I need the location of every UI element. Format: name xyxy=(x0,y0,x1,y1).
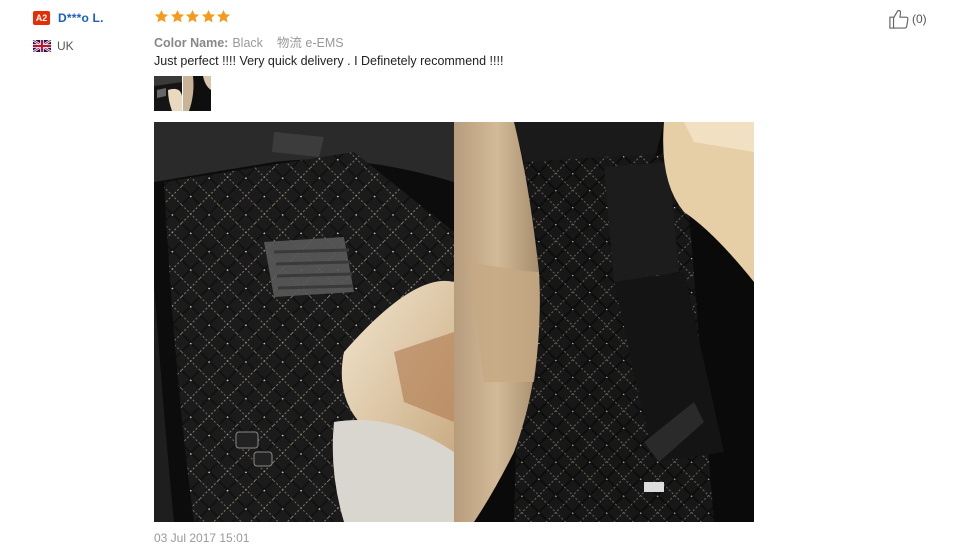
star-icon xyxy=(201,9,215,23)
star-icon xyxy=(170,9,184,23)
review-text: Just perfect !!!! Very quick delivery . … xyxy=(154,54,504,68)
reviewer-row: A2 D***o L. xyxy=(33,10,148,26)
star-icon xyxy=(216,9,231,23)
color-label: Color Name: xyxy=(154,36,229,50)
uk-flag-icon xyxy=(33,40,51,52)
review-photo[interactable] xyxy=(454,122,754,522)
helpful-button[interactable]: (0) xyxy=(888,9,927,29)
photo-thumbnail[interactable] xyxy=(183,76,211,111)
photo-thumbnails xyxy=(154,76,212,111)
reviewer-name[interactable]: D***o L. xyxy=(58,11,104,25)
color-value: Black xyxy=(232,36,263,50)
thumbs-up-icon xyxy=(889,9,909,29)
level-badge: A2 xyxy=(33,11,50,25)
review-body: Color Name: Black 物流 e-EMS Just perfect !!… xyxy=(154,9,854,68)
helpful-count: (0) xyxy=(912,12,927,26)
review-photo[interactable] xyxy=(154,122,454,522)
reviewer-info: A2 D***o L. UK xyxy=(33,10,148,53)
photo-thumbnail[interactable] xyxy=(154,76,182,111)
star-rating xyxy=(154,9,854,25)
star-icon xyxy=(185,9,200,23)
country-row: UK xyxy=(33,39,148,53)
shipping-method: 物流 e-EMS xyxy=(276,36,344,50)
reviewer-country: UK xyxy=(57,39,74,53)
review-date: 03 Jul 2017 15:01 xyxy=(154,531,250,545)
product-attributes: Color Name: Black 物流 e-EMS xyxy=(154,32,854,50)
star-icon xyxy=(154,9,169,23)
